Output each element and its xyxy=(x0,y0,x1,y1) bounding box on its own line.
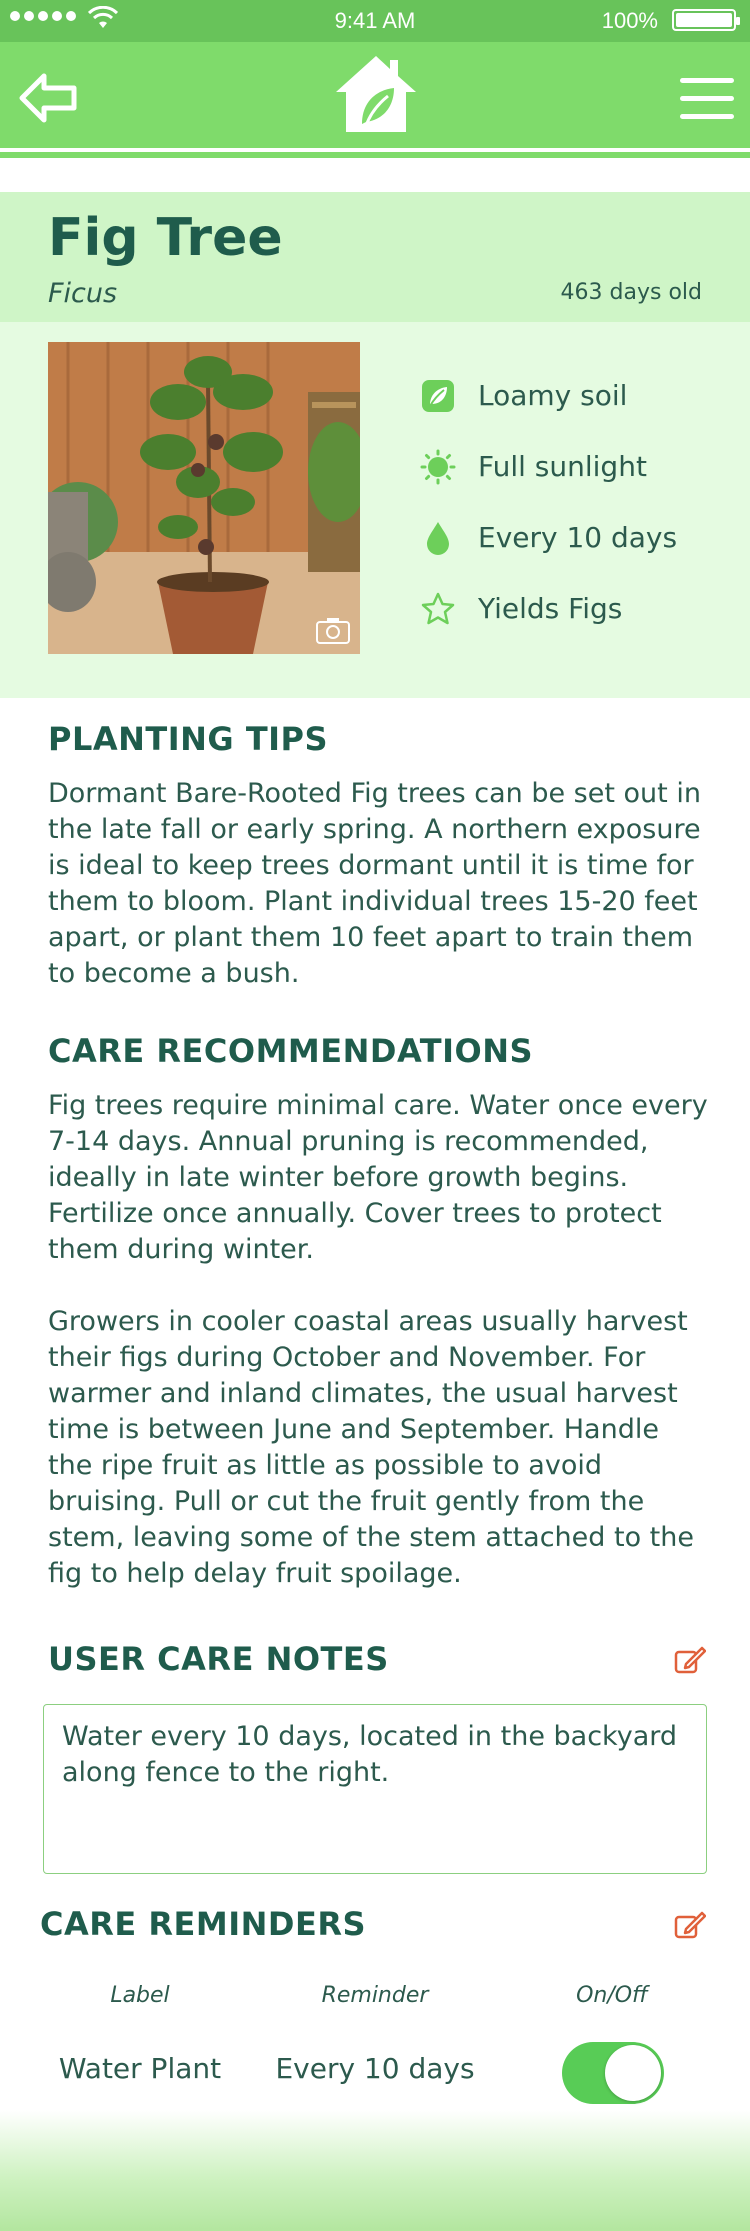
fig-tree-illustration xyxy=(48,342,360,654)
attribute-label: Full sunlight xyxy=(478,450,647,483)
water-drop-icon xyxy=(420,520,456,556)
reminders-header-label: Label xyxy=(110,1983,170,2008)
attribute-label: Yields Figs xyxy=(478,592,623,625)
planting-tips-title: PLANTING TIPS xyxy=(48,720,329,758)
attribute-yield: Yields Figs xyxy=(420,573,677,644)
attribute-soil: Loamy soil xyxy=(420,360,677,431)
back-arrow-icon[interactable] xyxy=(18,70,80,126)
status-bar: 9:41 AM 100% xyxy=(0,0,750,42)
care-recommendations-text: Growers in cooler coastal areas usually … xyxy=(48,1306,694,1589)
hamburger-menu-icon[interactable] xyxy=(680,78,734,119)
sun-icon xyxy=(420,449,456,485)
plant-header: Fig Tree Ficus 463 days old xyxy=(0,192,750,322)
bottom-fade xyxy=(0,2110,750,2231)
battery-percentage: 100% xyxy=(601,8,658,33)
planting-tips-text: Dormant Bare-Rooted Fig trees can be set… xyxy=(48,778,701,989)
attribute-label: Loamy soil xyxy=(478,379,628,412)
plant-age: 463 days old xyxy=(560,280,702,305)
plant-name: Fig Tree xyxy=(48,208,283,268)
nav-bar xyxy=(0,42,750,152)
home-leaf-icon[interactable] xyxy=(332,52,420,134)
leaf-icon xyxy=(420,378,456,414)
user-care-notes-field[interactable]: Water every 10 days, located in the back… xyxy=(43,1704,707,1874)
nav-underline xyxy=(0,152,750,158)
battery-icon xyxy=(672,9,740,31)
user-care-notes-title: USER CARE NOTES xyxy=(48,1640,389,1678)
attribute-sunlight: Full sunlight xyxy=(420,431,677,502)
care-recommendations-title: CARE RECOMMENDATIONS xyxy=(48,1032,534,1070)
reminder-schedule: Every 10 days xyxy=(275,2052,475,2085)
attribute-watering: Every 10 days xyxy=(420,502,677,573)
reminder-toggle-switch[interactable] xyxy=(562,2042,664,2104)
star-icon xyxy=(420,591,456,627)
plant-attributes: Loamy soil Full sunlight Every 10 days Y… xyxy=(420,360,677,644)
edit-notes-icon[interactable] xyxy=(674,1646,706,1674)
care-recommendations-text: Fig trees require minimal care. Water on… xyxy=(48,1090,708,1265)
user-care-notes-header: USER CARE NOTES xyxy=(48,1640,708,1678)
camera-icon[interactable] xyxy=(316,616,350,644)
plant-info-panel: Loamy soil Full sunlight Every 10 days Y… xyxy=(0,322,750,698)
edit-reminders-icon[interactable] xyxy=(674,1911,706,1939)
plant-latin-name: Ficus xyxy=(48,278,118,309)
care-reminders-title: CARE REMINDERS xyxy=(40,1905,367,1943)
plant-details: PLANTING TIPS Dormant Bare-Rooted Fig tr… xyxy=(48,720,708,1592)
reminder-label: Water Plant xyxy=(58,2052,222,2085)
toggle-knob xyxy=(605,2045,661,2101)
reminders-header-reminder: Reminder xyxy=(321,1983,429,2008)
attribute-label: Every 10 days xyxy=(478,521,678,554)
reminders-header-toggle: On/Off xyxy=(576,1983,648,2008)
plant-photo[interactable] xyxy=(48,342,360,654)
